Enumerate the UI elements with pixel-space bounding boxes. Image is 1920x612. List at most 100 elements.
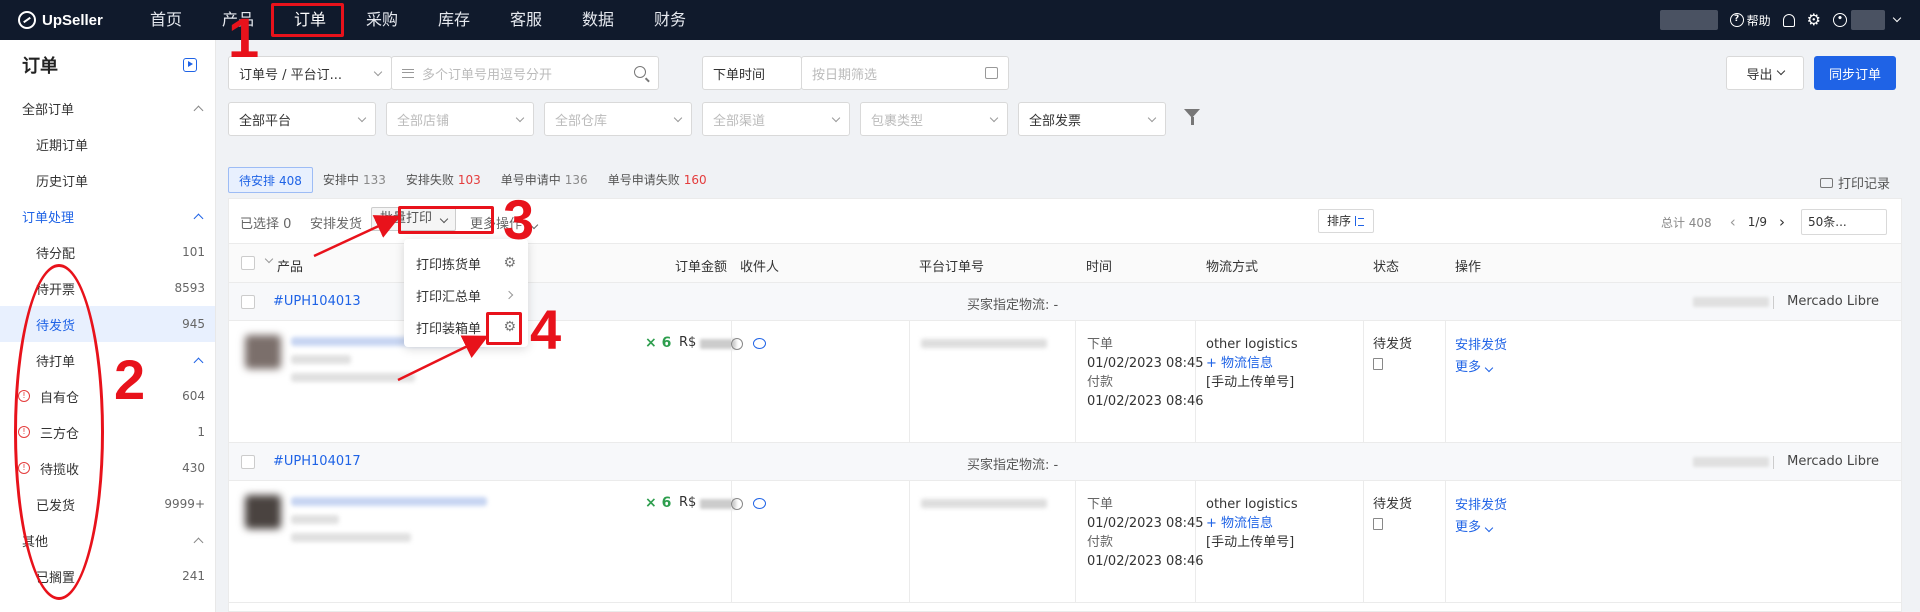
filter-icon[interactable] [1184,109,1200,125]
col-actions: 操作 [1455,260,1482,275]
sidebar-item-count: 8593 [174,281,205,295]
sidebar-item-count: 9999+ [164,497,205,511]
person-icon[interactable] [731,338,743,350]
user-menu[interactable]: • [1833,10,1902,30]
help-link[interactable]: ? 帮助 [1729,12,1771,29]
page-size-select[interactable]: 50条... [1801,209,1887,235]
select-all-checkbox[interactable] [241,256,255,270]
package-type-select[interactable]: 包裹类型 [860,102,1008,136]
platform-select[interactable]: 全部平台 [228,102,376,136]
nav-customer-service[interactable]: 客服 [490,0,562,40]
arrange-shipment-link[interactable]: 安排发货 [1455,335,1507,357]
tab-count: 136 [564,173,588,187]
order-checkbox[interactable] [241,455,255,469]
chat-icon[interactable] [753,338,766,349]
order-checkbox[interactable] [241,295,255,309]
person-icon[interactable] [731,498,743,510]
chevron-down-icon [1484,363,1494,373]
platform-order-no-redacted [921,499,1047,508]
menu-item-print-summary[interactable]: 打印汇总单 [404,279,528,311]
account-info-redacted [1659,10,1718,30]
product-quantity: × 6 [645,335,672,351]
order-time-label: 下单 [1087,497,1114,512]
sidebar-item-to-assign[interactable]: 待分配 101 [0,234,215,270]
note-icon[interactable] [1373,518,1383,530]
menu-item-print-picking-list[interactable]: 打印拣货单 ⚙ [404,247,528,279]
chevron-up-icon [193,537,204,547]
shop-select[interactable]: 全部店铺 [386,102,534,136]
nav-finance[interactable]: 财务 [634,0,706,40]
collapse-sidebar-icon[interactable] [183,58,197,72]
export-button[interactable]: 导出 [1726,56,1804,90]
channel-select[interactable]: 全部渠道 [702,102,850,136]
print-record-label: 打印记录 [1837,177,1890,192]
order-number-link[interactable]: #UPH104013 [273,294,361,309]
warehouse-select[interactable]: 全部仓库 [544,102,692,136]
sidebar-item-count: 430 [182,461,205,475]
date-filter-placeholder: 按日期筛选 [812,67,878,83]
search-icon[interactable] [634,66,646,78]
tab-arrange-failed[interactable]: 安排失败 103 [396,167,491,193]
prev-page-icon[interactable]: ‹ [1730,213,1736,231]
tab-arranging[interactable]: 安排中 133 [313,167,396,193]
chevron-up-icon [193,213,204,223]
gear-icon[interactable]: ⚙ [1807,12,1821,28]
order-search-input[interactable]: 多个订单号用逗号分开 [391,56,659,90]
chat-icon[interactable] [753,498,766,509]
sidebar-title: 订单 [22,56,58,77]
nav-inventory[interactable]: 库存 [418,0,490,40]
product-title-redacted [291,497,487,506]
page-indicator: 1/9 [1747,215,1767,229]
username-redacted [1851,10,1885,30]
tab-to-arrange[interactable]: 待安排 408 [228,167,313,193]
sidebar-group-order-processing[interactable]: 订单处理 [0,198,215,234]
product-sku-redacted [291,355,351,364]
bell-icon[interactable] [1782,13,1795,27]
nav-data[interactable]: 数据 [562,0,634,40]
sync-orders-button[interactable]: 同步订单 [1814,56,1896,90]
sync-label: 同步订单 [1828,67,1881,83]
product-sku-redacted [291,515,339,524]
nav-purchase[interactable]: 采购 [346,0,418,40]
gear-icon[interactable]: ⚙ [503,255,516,271]
chevron-down-icon[interactable] [264,254,274,264]
date-filter-input[interactable]: 按日期筛选 [801,56,1009,90]
sidebar-item-history-orders[interactable]: 历史订单 [0,162,215,198]
sidebar-item-count: 1 [197,425,205,439]
sidebar-item-recent-orders[interactable]: 近期订单 [0,126,215,162]
sidebar-item-label: 近期订单 [36,138,89,154]
note-icon[interactable] [1373,358,1383,370]
arrange-shipment-link[interactable]: 安排发货 [1455,495,1507,517]
pay-time-value: 01/02/2023 08:46 [1087,554,1204,569]
invoice-select[interactable]: 全部发票 [1018,102,1166,136]
app-logo[interactable]: UpSeller [0,11,130,29]
next-page-icon[interactable]: › [1779,213,1785,231]
logistics-info-link[interactable]: + 物流信息 [1206,354,1298,373]
sort-button[interactable]: 排序 [1318,209,1375,233]
annotation-number: 2 [114,348,146,411]
col-status: 状态 [1373,260,1400,275]
tab-tracking-failed[interactable]: 单号申请失败 160 [598,167,717,193]
logistics-info-link[interactable]: + 物流信息 [1206,514,1298,533]
chevron-down-icon [515,113,525,123]
more-actions-link[interactable]: 更多 [1455,517,1507,539]
nav-home[interactable]: 首页 [130,0,202,40]
sidebar-group-all-orders[interactable]: 全部订单 [0,90,215,126]
order-status: 待发货 [1373,495,1412,530]
order-number-link[interactable]: #UPH104017 [273,454,361,469]
chevron-down-icon [831,113,841,123]
arrange-shipment-button[interactable]: 安排发货 [310,213,362,232]
more-actions-link[interactable]: 更多 [1455,357,1507,379]
more-label: 更多 [1455,360,1482,375]
nav-right: ? 帮助 ⚙ • [1659,0,1902,40]
print-record-link[interactable]: 打印记录 [1819,173,1890,192]
time-type-select[interactable]: 下单时间 [702,56,802,90]
menu-item-label: 打印拣货单 [416,257,482,273]
buyer-logistics: 买家指定物流: - [967,298,1059,313]
selected-number: 0 [283,217,292,232]
sidebar-item-count: 604 [182,389,205,403]
tab-label: 安排中 [322,173,359,187]
tab-label: 安排失败 [405,173,454,187]
calendar-icon [985,67,998,79]
status-text: 待发货 [1373,337,1413,352]
